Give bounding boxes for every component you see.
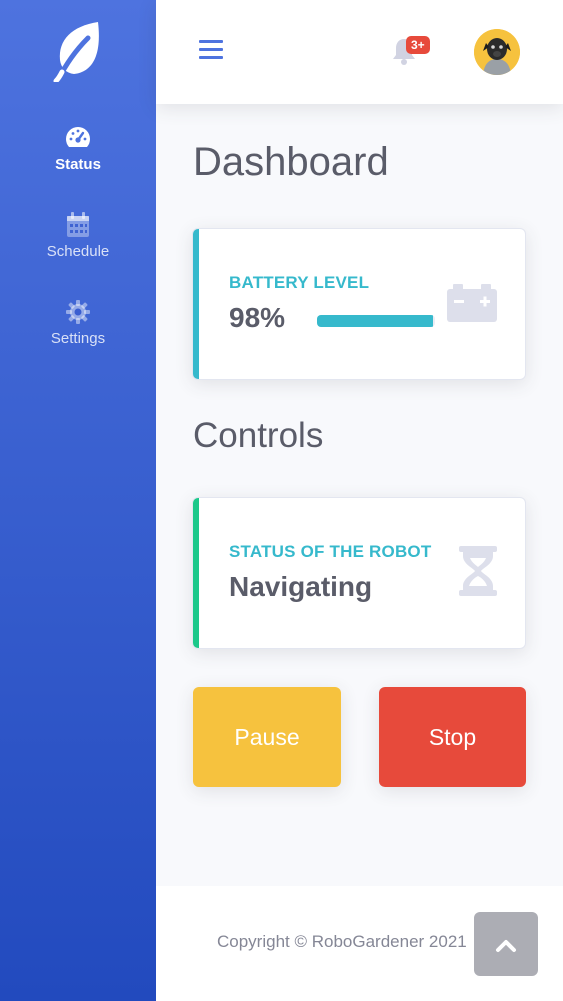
battery-card: BATTERY LEVEL 98% — [192, 228, 526, 380]
scroll-to-top-button[interactable] — [474, 912, 538, 976]
battery-label: BATTERY LEVEL — [229, 273, 370, 292]
page-title: Dashboard — [193, 140, 389, 184]
speedometer-icon — [65, 127, 91, 147]
battery-progress — [317, 315, 435, 327]
avatar[interactable] — [474, 29, 520, 75]
hourglass-icon — [459, 546, 497, 596]
sidebar-item-label: Schedule — [46, 243, 110, 260]
sidebar-item-label: Status — [55, 156, 101, 173]
card-accent-stripe — [193, 498, 199, 648]
leaf-icon — [53, 22, 99, 84]
topbar: 3+ — [156, 0, 563, 104]
sidebar-item-status[interactable]: Status — [0, 124, 156, 194]
gear-icon — [66, 300, 90, 324]
chevron-up-icon — [496, 940, 516, 952]
sidebar-item-settings[interactable]: Settings — [0, 298, 156, 368]
stop-button[interactable]: Stop — [379, 687, 526, 787]
controls-title: Controls — [193, 416, 324, 455]
robot-status-card: STATUS OF THE ROBOT Navigating — [192, 497, 526, 649]
calendar-icon — [67, 212, 89, 237]
robot-status-label: STATUS OF THE ROBOT — [229, 542, 432, 561]
copyright-text: Copyright © RoboGardener 2021 — [217, 932, 467, 951]
robot-status-value: Navigating — [229, 571, 373, 602]
battery-progress-fill — [317, 315, 433, 327]
card-accent-stripe — [193, 229, 199, 379]
hamburger-icon[interactable] — [199, 40, 223, 62]
sidebar-item-schedule[interactable]: Schedule — [0, 211, 156, 281]
footer: Copyright © RoboGardener 2021 — [156, 886, 563, 1001]
car-battery-icon — [447, 284, 497, 322]
notifications-badge: 3+ — [406, 36, 430, 54]
pause-button[interactable]: Pause — [193, 687, 341, 787]
battery-value: 98% — [229, 302, 286, 333]
user-avatar-icon — [474, 29, 520, 75]
brand-logo[interactable] — [52, 20, 104, 84]
sidebar: Status Schedule Settings — [0, 0, 156, 1001]
sidebar-item-label: Settings — [50, 330, 106, 347]
